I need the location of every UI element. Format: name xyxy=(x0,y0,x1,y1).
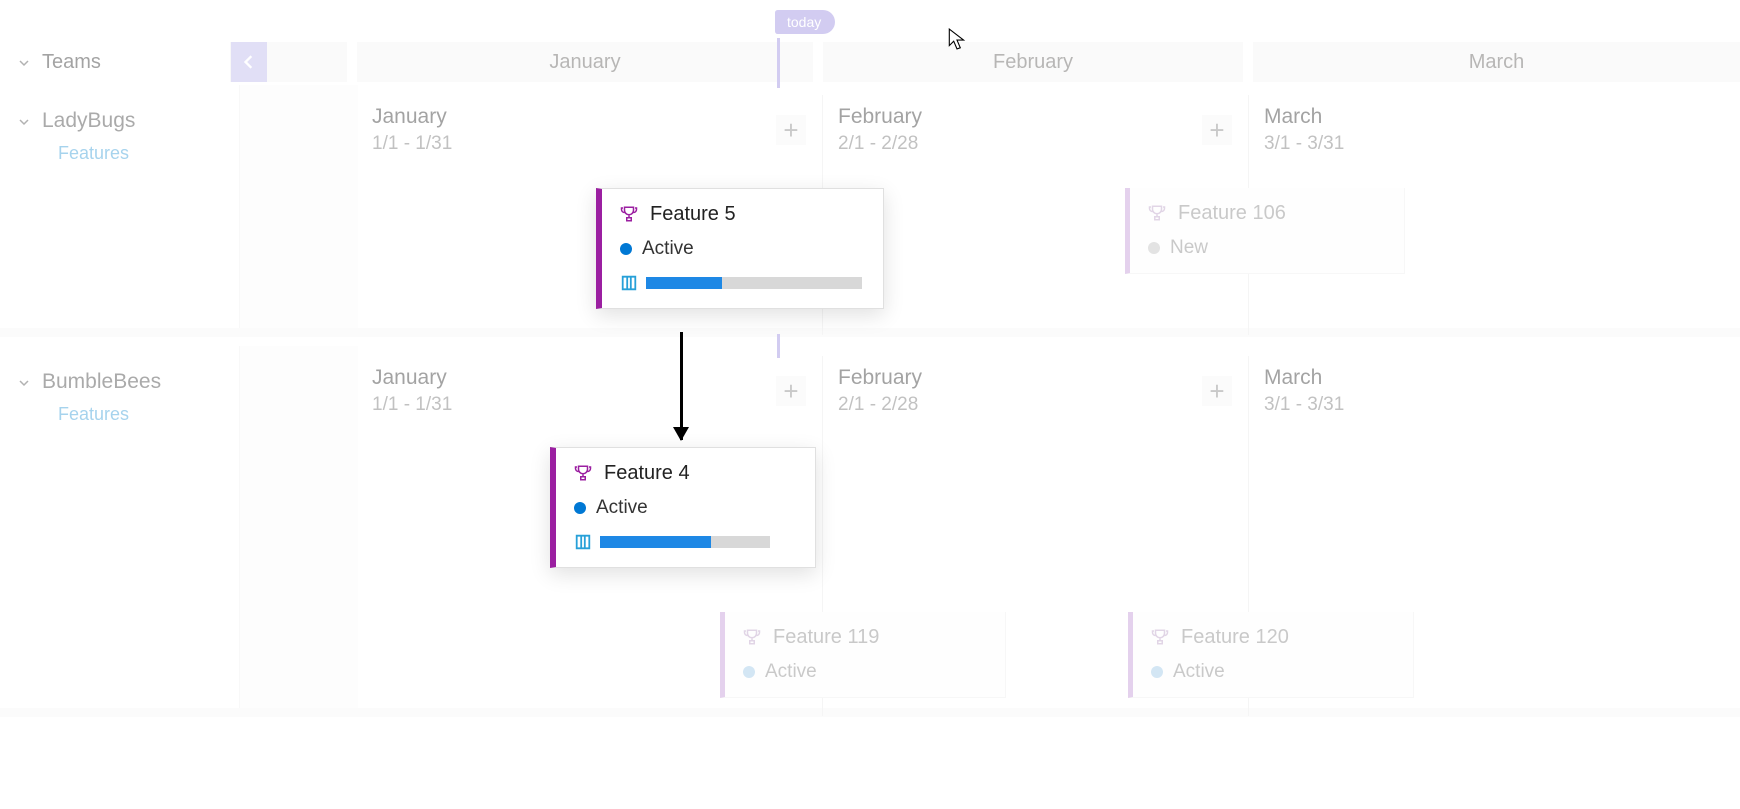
card-feature-106[interactable]: Feature 106 New xyxy=(1125,188,1405,274)
card-state: New xyxy=(1170,237,1208,259)
month-title: January xyxy=(372,366,804,390)
progress-bar xyxy=(600,536,770,548)
month-title: January xyxy=(372,105,804,129)
state-dot-icon xyxy=(1148,242,1160,254)
trophy-icon xyxy=(574,464,594,484)
timeline-header: Teams January February March xyxy=(0,42,1740,82)
month-range: 1/1 - 1/31 xyxy=(372,394,804,416)
card-state: Active xyxy=(765,661,817,683)
lane-sidebar-ladybugs: LadyBugs Features xyxy=(0,85,240,328)
state-dot-icon xyxy=(574,502,586,514)
month-range: 3/1 - 3/31 xyxy=(1264,133,1726,155)
card-feature-120[interactable]: Feature 120 Active xyxy=(1128,612,1414,698)
add-feature-button[interactable]: + xyxy=(1202,376,1232,406)
today-marker-line xyxy=(777,38,780,88)
scroll-left-button[interactable] xyxy=(231,42,267,82)
book-icon xyxy=(620,274,638,292)
card-title: Feature 119 xyxy=(773,626,879,649)
chevron-down-icon xyxy=(18,56,30,68)
card-title: Feature 4 xyxy=(604,462,690,485)
features-link[interactable]: Features xyxy=(58,143,239,164)
card-feature-5[interactable]: Feature 5 Active xyxy=(596,188,884,309)
card-title: Feature 106 xyxy=(1178,202,1286,225)
chevron-down-icon xyxy=(18,115,30,127)
month-title: February xyxy=(838,105,1230,129)
teams-header[interactable]: Teams xyxy=(0,42,231,82)
month-title: March xyxy=(1264,105,1726,129)
progress xyxy=(574,533,797,551)
month-range: 2/1 - 2/28 xyxy=(838,133,1230,155)
card-state: Active xyxy=(1173,661,1225,683)
add-feature-button[interactable]: + xyxy=(776,376,806,406)
teams-header-label: Teams xyxy=(42,51,101,74)
team-toggle-bumblebees[interactable]: BumbleBees xyxy=(18,370,239,394)
progress xyxy=(620,274,865,292)
cursor-icon xyxy=(948,28,966,50)
month-range: 2/1 - 2/28 xyxy=(838,394,1230,416)
month-range: 3/1 - 3/31 xyxy=(1264,394,1726,416)
trophy-icon xyxy=(620,205,640,225)
features-link[interactable]: Features xyxy=(58,404,239,425)
book-icon xyxy=(574,533,592,551)
team-toggle-ladybugs[interactable]: LadyBugs xyxy=(18,109,239,133)
card-state: Active xyxy=(596,497,648,519)
card-state: Active xyxy=(642,238,694,260)
month-title: February xyxy=(838,366,1230,390)
card-feature-119[interactable]: Feature 119 Active xyxy=(720,612,1006,698)
chevron-down-icon xyxy=(18,376,30,388)
team-name: LadyBugs xyxy=(42,109,135,133)
month-title: March xyxy=(1264,366,1726,390)
progress-bar xyxy=(646,277,862,289)
state-dot-icon xyxy=(743,666,755,678)
lane-sidebar-bumblebees: BumbleBees Features xyxy=(0,346,240,708)
lane-shade xyxy=(240,85,358,328)
month-range: 1/1 - 1/31 xyxy=(372,133,804,155)
add-feature-button[interactable]: + xyxy=(1202,115,1232,145)
trophy-icon xyxy=(1151,628,1171,648)
dependency-arrow xyxy=(680,332,683,440)
month-header-partial xyxy=(267,42,347,82)
today-marker-line xyxy=(777,334,780,358)
trophy-icon xyxy=(1148,204,1168,224)
card-title: Feature 120 xyxy=(1181,626,1289,649)
add-feature-button[interactable]: + xyxy=(776,115,806,145)
progress-fill xyxy=(646,277,722,289)
card-feature-4[interactable]: Feature 4 Active xyxy=(550,447,816,568)
state-dot-icon xyxy=(1151,666,1163,678)
month-header-mar[interactable]: March xyxy=(1253,42,1740,82)
month-header-feb[interactable]: February xyxy=(823,42,1243,82)
trophy-icon xyxy=(743,628,763,648)
today-badge[interactable]: today xyxy=(775,10,835,34)
state-dot-icon xyxy=(620,243,632,255)
lane-shade xyxy=(240,346,358,708)
progress-fill xyxy=(600,536,711,548)
month-header-jan[interactable]: January xyxy=(357,42,813,82)
card-title: Feature 5 xyxy=(650,203,736,226)
team-name: BumbleBees xyxy=(42,370,161,394)
